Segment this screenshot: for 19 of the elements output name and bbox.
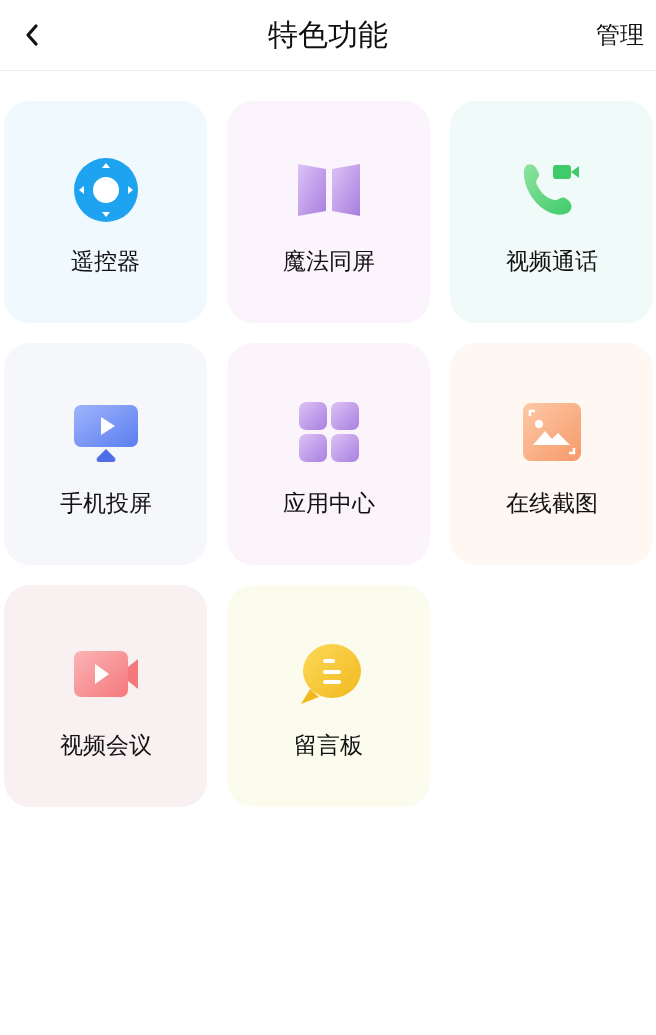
feature-tile[interactable]: 在线截图 <box>450 343 653 565</box>
page-title: 特色功能 <box>267 15 389 54</box>
feature-tile[interactable]: 留言板 <box>227 585 430 807</box>
feature-tile[interactable]: 遥控器 <box>4 101 207 323</box>
feature-tile[interactable]: 视频会议 <box>4 585 207 807</box>
feature-label: 遥控器 <box>71 247 140 276</box>
feature-label: 在线截图 <box>505 489 598 518</box>
feature-label: 留言板 <box>294 731 363 760</box>
feature-label: 视频会议 <box>59 731 152 760</box>
feature-label: 视频通话 <box>505 247 598 276</box>
feature-tile[interactable]: 手机投屏 <box>4 343 207 565</box>
feature-tile[interactable]: 魔法同屏 <box>227 101 430 323</box>
feature-label: 魔法同屏 <box>282 247 375 276</box>
feature-label: 手机投屏 <box>59 489 152 518</box>
manage-button[interactable]: 管理 <box>596 19 644 51</box>
feature-tile[interactable]: 应用中心 <box>227 343 430 565</box>
feature-label: 应用中心 <box>282 489 375 518</box>
remote-control-icon <box>72 157 139 223</box>
feature-tile[interactable]: 视频通话 <box>450 101 653 323</box>
